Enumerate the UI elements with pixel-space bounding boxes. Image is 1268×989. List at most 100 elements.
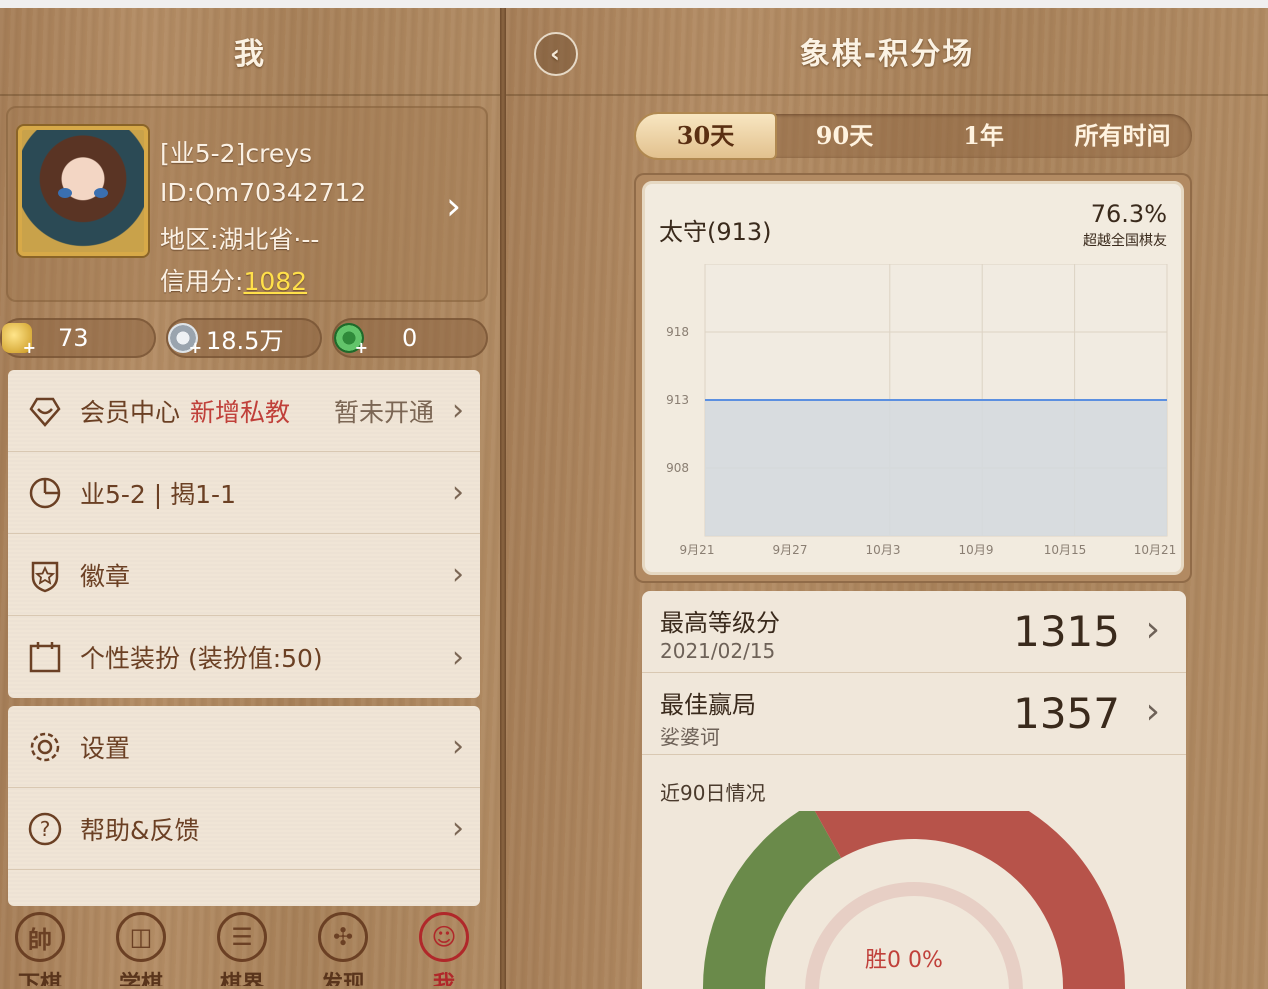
series-area (705, 400, 1167, 536)
donut-center-text: 胜0 0% (865, 948, 943, 973)
stats-card: 最高等级分 2021/02/15 1315 › 最佳赢局 娑婆诃 1357 › … (642, 591, 1186, 989)
user-id: ID:Qm70342712 (160, 178, 367, 207)
time-range-tabs: 30天 90天 1年 所有时间 (636, 114, 1192, 158)
menu-item-badges[interactable]: 徽章 › (8, 534, 480, 616)
shuai-icon: 帥 (15, 912, 65, 962)
stat-value: 1357 (1013, 689, 1120, 738)
profile-panel: 我 [业5-2]creys ID:Qm70342712 地区:湖北省·-- 信用… (0, 8, 500, 989)
calendar-icon (26, 638, 64, 676)
stat-value: 1315 (1013, 607, 1120, 656)
gold-ingot-icon: + (2, 323, 36, 357)
learn-icon: ◫ (116, 912, 166, 962)
menu-item-label: 帮助&反馈 (80, 815, 200, 845)
stat-best-win[interactable]: 最佳赢局 娑婆诃 1357 › (642, 673, 1186, 755)
svg-text:?: ? (40, 817, 51, 841)
y-tick-label: 908 (666, 461, 689, 475)
x-tick-label: 9月27 (773, 543, 808, 557)
back-button[interactable]: ‹ (534, 32, 578, 76)
currency-silver-value: 18.5万 (206, 326, 284, 355)
percentile-caption: 超越全国棋友 (1083, 233, 1167, 249)
nav-learn[interactable]: ◫ 学棋 (111, 912, 171, 986)
page-title: 我 (0, 8, 500, 96)
chart-frame: 太守(913) 76.3% 超越全国棋友 908 913 918 9月21 9月27 10… (634, 173, 1192, 583)
nav-me[interactable]: ☺ 我 (414, 912, 474, 986)
nav-label: 学棋 (118, 972, 163, 986)
menu-item-label: 会员中心 (80, 397, 181, 427)
bottom-nav: 帥 下棋 ◫ 学棋 ☰ 棋界 ✣ 发现 ☺ 我 (0, 902, 500, 989)
nav-label: 发现 (320, 972, 365, 986)
compass-icon: ✣ (318, 912, 368, 962)
chevron-right-icon: › (452, 729, 464, 764)
y-tick-label: 918 (666, 325, 689, 339)
menu-item-label: 徽章 (80, 561, 131, 591)
chevron-right-icon: › (1145, 691, 1160, 732)
x-tick-label: 10月15 (1044, 543, 1087, 557)
gear-icon (26, 728, 64, 766)
nav-play[interactable]: 帥 下棋 (10, 912, 70, 986)
menu-item-settings[interactable]: 设置 › (8, 706, 480, 788)
menu-item-vip[interactable]: 会员中心 新增私教 暂未开通 › (8, 370, 480, 452)
rating-chart-card: 太守(913) 76.3% 超越全国棋友 908 913 918 9月21 9月27 10… (642, 181, 1184, 575)
tab-1y[interactable]: 1年 (914, 114, 1053, 158)
x-tick-label: 10月9 (959, 543, 994, 557)
silver-coin-icon: + (168, 323, 202, 357)
nav-community[interactable]: ☰ 棋界 (212, 912, 272, 986)
recent-90d-label: 近90日情况 (660, 781, 766, 805)
menu-item-label: 设置 (80, 733, 131, 763)
menu-item-status: 暂未开通 (333, 397, 434, 427)
pie-chart-icon (26, 474, 64, 512)
avatar[interactable] (18, 126, 148, 256)
menu-group-2: 设置 › ? 帮助&反馈 › (8, 706, 480, 906)
page-title-text: 象棋-积分场 (799, 37, 975, 72)
vip-heart-icon (26, 392, 64, 430)
chevron-right-icon: › (452, 475, 464, 510)
menu-item-costume[interactable]: 个性装扮 (装扮值:50) › (8, 616, 480, 698)
percentile-value: 76.3% (1090, 200, 1167, 228)
nav-discover[interactable]: ✣ 发现 (313, 912, 373, 986)
chevron-right-icon: › (452, 393, 464, 428)
currency-green-value: 0 (402, 324, 418, 352)
menu-item-label: 业5-2 | 揭1-1 (80, 479, 236, 509)
menu-group-1: 会员中心 新增私教 暂未开通 › 业5-2 | 揭1-1 › 徽章 › 个性装扮… (8, 370, 480, 698)
chevron-right-icon: › (452, 557, 464, 592)
donut-inner-ring (805, 882, 1023, 989)
x-tick-label: 10月21 (1134, 543, 1177, 557)
menu-item-label: 个性装扮 (装扮值:50) (80, 644, 323, 673)
x-tick-label: 9月21 (680, 543, 715, 557)
menu-item-rank[interactable]: 业5-2 | 揭1-1 › (8, 452, 480, 534)
currency-gold[interactable]: + 73 (0, 318, 156, 358)
rating-label: 太守(913) (659, 218, 772, 246)
chevron-right-icon: › (452, 811, 464, 846)
win-loss-donut: 胜0 0% (703, 811, 1125, 989)
stat-highest-rating[interactable]: 最高等级分 2021/02/15 1315 › (642, 591, 1186, 673)
y-tick-label: 913 (666, 393, 689, 407)
nav-label: 我 (432, 972, 455, 986)
currency-gold-value: 73 (58, 324, 89, 352)
chevron-right-icon[interactable]: › (446, 186, 474, 226)
badge-shield-icon (26, 556, 64, 594)
profile-icon: ☺ (419, 912, 469, 962)
currency-silver[interactable]: + 18.5万 (166, 318, 322, 358)
rating-chart: 908 913 918 9月21 9月27 10月3 10月9 10月15 10月21 (666, 264, 1177, 557)
tab-30d[interactable]: 30天 (636, 114, 775, 158)
stat-label: 最佳赢局 (660, 691, 756, 719)
username: [业5-2]creys (160, 139, 313, 168)
user-region: 地区:湖北省·-- (160, 225, 320, 254)
green-token-icon: + (334, 323, 368, 357)
stat-opponent: 娑婆诃 (660, 725, 720, 749)
menu-item-help[interactable]: ? 帮助&反馈 › (8, 788, 480, 870)
credit-score: 信用分:1082 (160, 262, 307, 298)
x-tick-label: 10月3 (866, 543, 901, 557)
tab-90d[interactable]: 90天 (775, 114, 914, 158)
tab-all[interactable]: 所有时间 (1053, 114, 1192, 158)
chevron-right-icon: › (452, 639, 464, 675)
credit-value-link[interactable]: 1082 (243, 267, 307, 296)
currency-green[interactable]: + 0 (332, 318, 488, 358)
chat-icon: ☰ (217, 912, 267, 962)
chevron-right-icon: › (1145, 609, 1160, 650)
page-title: ‹ 象棋-积分场 (506, 8, 1268, 96)
stat-label: 最高等级分 (660, 609, 780, 637)
profile-card[interactable]: [业5-2]creys ID:Qm70342712 地区:湖北省·-- 信用分:… (6, 106, 488, 302)
rating-panel: ‹ 象棋-积分场 30天 90天 1年 所有时间 太守(913) 76.3% 超… (506, 8, 1268, 989)
menu-item-promo: 新增私教 (190, 397, 291, 427)
